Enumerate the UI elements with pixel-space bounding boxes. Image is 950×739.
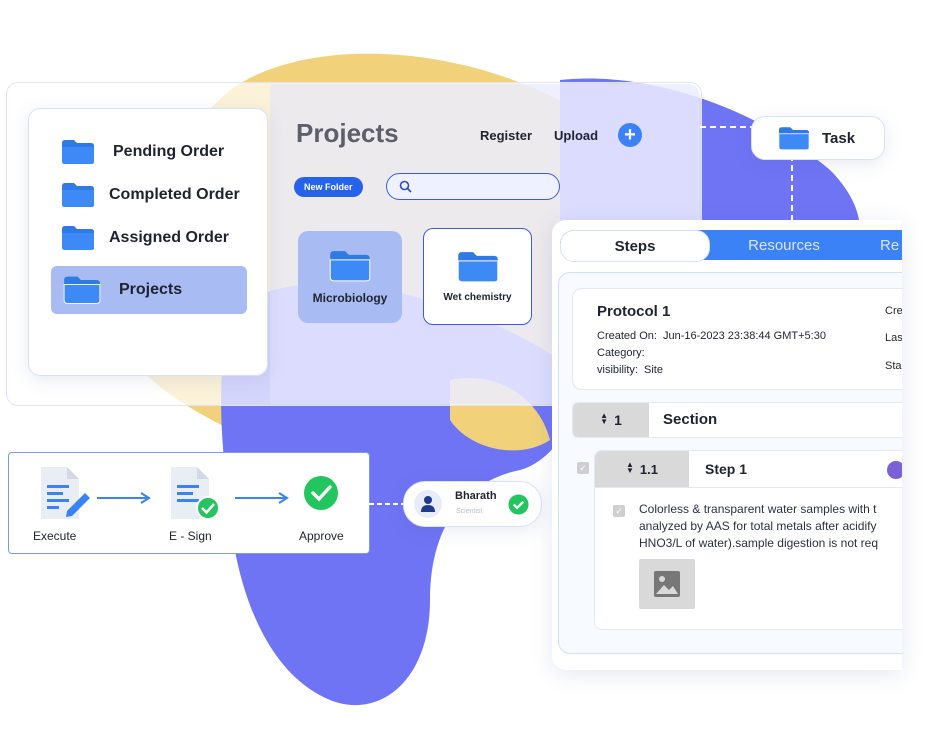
protocol-tabs: Steps Resources Re	[560, 230, 902, 262]
folder-tile-microbiology[interactable]: Microbiology	[298, 231, 402, 323]
sort-icon: ▲ ▼	[600, 411, 609, 426]
page-title: Projects	[296, 118, 399, 148]
sidebar-item-label: Pending Order	[113, 143, 225, 160]
arrow-right-icon	[235, 492, 289, 504]
user-connector	[369, 503, 403, 505]
protocol-panel: Steps Resources Re Protocol 1 Created On…	[552, 220, 902, 670]
sidebar: Pending Order Completed Order Assigned O…	[28, 108, 268, 376]
add-button[interactable]: +	[618, 123, 642, 147]
document-check-icon	[171, 467, 220, 520]
folder-tile-label: Wet chemistry	[443, 292, 512, 303]
created-on-value: Jun-16-2023 23:38:44 GMT+5:30	[662, 330, 826, 342]
arrow-right-icon	[97, 492, 151, 504]
avatar	[414, 490, 442, 518]
workflow-card: Execute E - Sign Approve	[8, 452, 370, 554]
tab-re[interactable]: Re	[880, 230, 902, 260]
created-on-row: Created On: Jun-16-2023 23:38:44 GMT+5:3…	[597, 330, 826, 342]
protocol-title: Protocol 1	[597, 303, 671, 320]
workflow-step-label: Approve	[299, 529, 344, 543]
sidebar-item-label: Assigned Order	[109, 229, 230, 246]
section-row[interactable]: ▲ ▼ 1 Section	[572, 402, 902, 438]
folder-icon	[778, 126, 810, 150]
tab-resources[interactable]: Resources	[710, 230, 858, 260]
folder-icon	[457, 252, 498, 283]
workflow-step-label: Execute	[33, 529, 77, 543]
protocol-info-card: Protocol 1 Created On: Jun-16-2023 23:38…	[572, 288, 902, 390]
step-number-cell[interactable]: ▲ ▼ 1.1	[595, 451, 689, 487]
workflow-step-label: E - Sign	[169, 529, 212, 543]
sidebar-item-label: Projects	[119, 281, 183, 298]
check-circle-icon	[304, 476, 338, 510]
user-role: Scientist	[456, 508, 483, 515]
document-edit-icon	[41, 467, 90, 519]
description-line: analyzed by AAS for total metals after a…	[639, 519, 877, 533]
image-icon	[654, 571, 680, 597]
folder-icon	[62, 140, 94, 164]
description-line: Colorless & transparent water samples wi…	[639, 502, 877, 516]
tab-label: Resources	[748, 236, 820, 254]
step-label: Step 1	[705, 461, 748, 477]
folder-icon	[62, 183, 94, 207]
sidebar-item-pending-order[interactable]: Pending Order	[61, 139, 224, 165]
created-on-label: Created On:	[597, 330, 657, 342]
category-label: Category:	[597, 347, 645, 359]
step-checkbox[interactable]: ✓	[577, 462, 589, 474]
right-col-label: Las	[885, 332, 902, 344]
tab-steps[interactable]: Steps	[560, 230, 710, 262]
description-checkbox[interactable]: ✓	[613, 505, 625, 517]
folder-tile-wet-chemistry[interactable]: Wet chemistry	[423, 228, 532, 325]
right-col-label: Sta	[885, 360, 902, 372]
section-number-cell: ▲ ▼ 1	[573, 403, 649, 437]
folder-icon	[62, 226, 94, 250]
user-chip[interactable]: Bharath Scientist	[403, 481, 542, 527]
folder-icon	[63, 276, 101, 304]
status-dot	[887, 461, 902, 479]
folder-icon	[329, 251, 371, 282]
user-name: Bharath	[455, 490, 497, 502]
section-label: Section	[663, 411, 718, 428]
folder-tile-label: Microbiology	[312, 291, 388, 305]
step-description: Colorless & transparent water samples wi…	[639, 501, 902, 552]
visibility-label: visibility:	[597, 364, 638, 376]
image-placeholder[interactable]	[639, 559, 695, 609]
task-label: Task	[822, 129, 856, 147]
plus-icon: +	[624, 124, 636, 146]
register-link[interactable]: Register	[480, 128, 532, 143]
sidebar-item-projects[interactable]: Projects	[63, 275, 182, 305]
search-input[interactable]	[386, 173, 560, 200]
sidebar-item-assigned-order[interactable]: Assigned Order	[61, 225, 229, 251]
step-header: ▲ ▼ 1.1 Step 1	[595, 451, 902, 488]
upload-link[interactable]: Upload	[554, 128, 598, 143]
sort-icon: ▲ ▼	[626, 460, 634, 475]
verified-check-icon	[508, 494, 529, 515]
search-icon	[399, 180, 412, 193]
tab-label: Steps	[614, 237, 656, 255]
visibility-row: visibility: Site	[597, 364, 663, 376]
step-card: ▲ ▼ 1.1 Step 1 ✓ Colorless & transparent …	[594, 450, 902, 630]
visibility-value: Site	[644, 364, 663, 376]
new-folder-button[interactable]: New Folder	[294, 177, 363, 197]
right-col-label: Cre	[885, 305, 902, 317]
tab-label: Re	[880, 236, 900, 254]
sidebar-item-label: Completed Order	[109, 186, 240, 203]
step-number: 1.1	[639, 461, 658, 477]
category-row: Category:	[597, 347, 645, 359]
sidebar-item-completed-order[interactable]: Completed Order	[61, 182, 240, 208]
description-line: HNO3/L of water).sample digestion is not…	[639, 536, 878, 550]
section-number: 1	[614, 412, 622, 428]
task-chip[interactable]: Task	[751, 116, 885, 160]
user-icon	[421, 496, 435, 512]
